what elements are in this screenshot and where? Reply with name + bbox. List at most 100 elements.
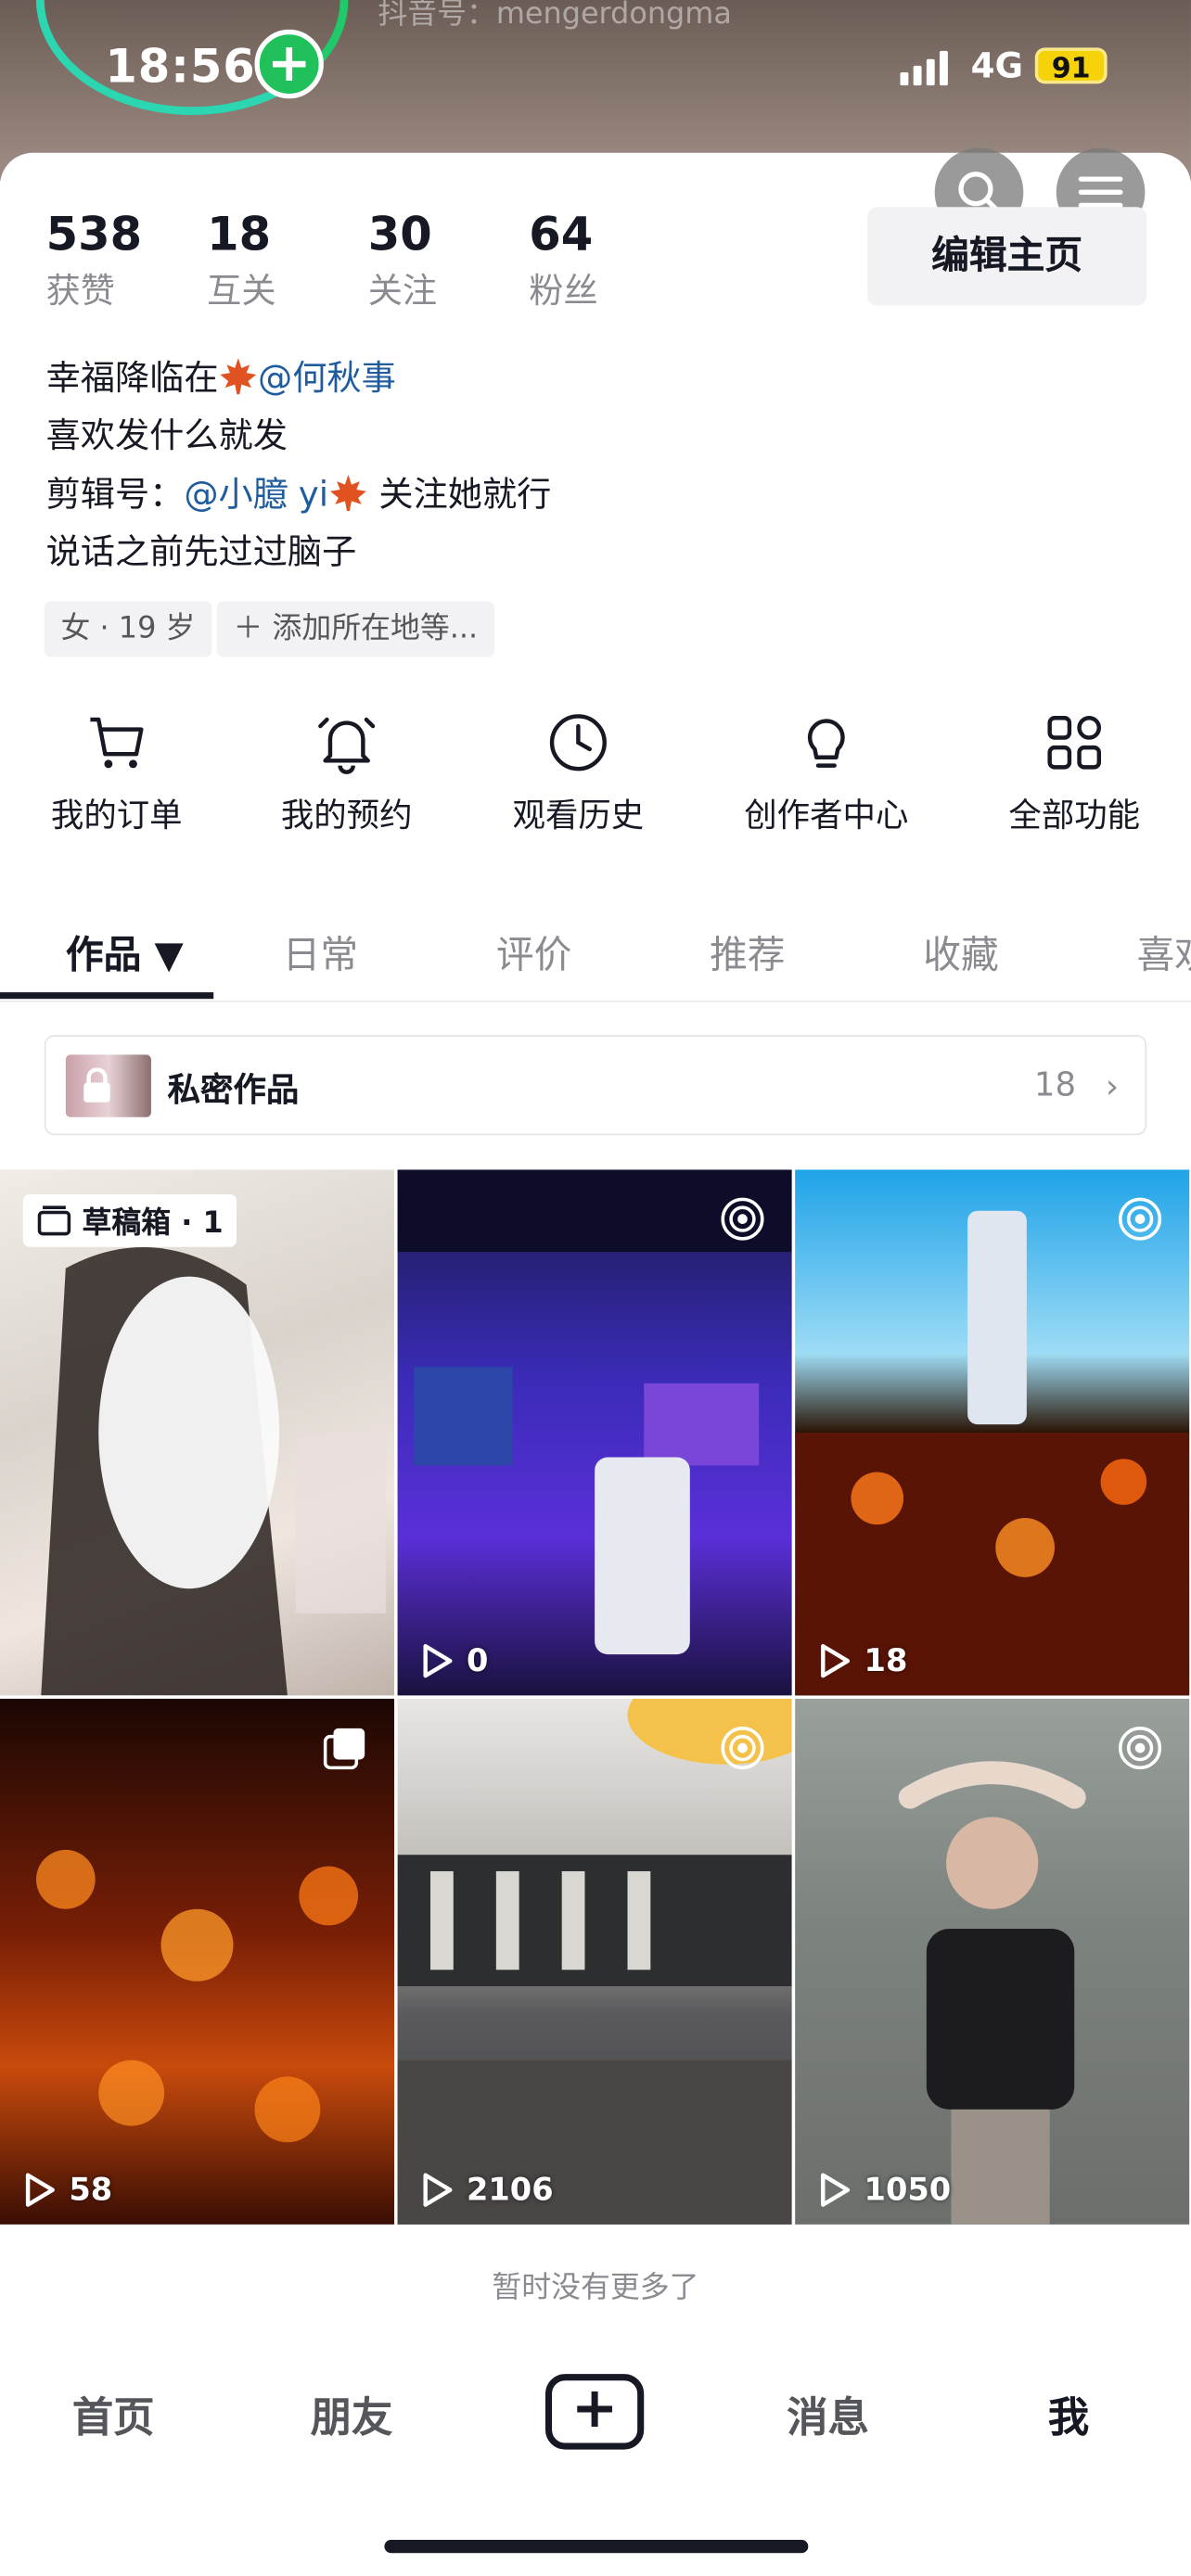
function-reservations[interactable]: 我的预约 (256, 709, 437, 835)
play-count: 2106 (420, 2172, 554, 2209)
bell-icon (318, 717, 376, 774)
play-count-value: 2106 (466, 2172, 554, 2209)
private-works-bar[interactable]: 私密作品 18 › (44, 1035, 1147, 1136)
function-all[interactable]: 全部功能 (984, 709, 1165, 835)
status-time: 18:56 (105, 39, 256, 94)
bio-mention-link[interactable]: @小臆 yi (184, 475, 328, 515)
clock-icon (549, 714, 607, 772)
add-location-tag[interactable]: ＋ 添加所在地等... (216, 601, 494, 657)
play-icon (423, 1644, 453, 1678)
stat-value: 64 (529, 207, 594, 261)
video-tile[interactable]: 2106 (397, 1698, 792, 2225)
nav-messages[interactable]: 消息 (787, 2386, 869, 2445)
play-count: 0 (420, 1643, 488, 1679)
play-count: 58 (23, 2172, 112, 2208)
private-works-count: 18 (1033, 1065, 1077, 1104)
home-indicator[interactable] (384, 2540, 809, 2554)
stat-followers[interactable]: 64 粉丝 (529, 207, 690, 313)
video-thumbnail (397, 1169, 792, 1655)
live-record-icon (1119, 1197, 1162, 1241)
video-tile[interactable]: 0 (397, 1169, 792, 1696)
video-thumbnail (898, 1761, 1086, 2225)
bio-text: 幸福降临在 (45, 358, 219, 398)
menu-icon (1078, 176, 1123, 209)
function-orders[interactable]: 我的订单 (26, 709, 207, 835)
gender-age-tag: 女 · 19 岁 (44, 601, 212, 657)
stat-value: 30 (367, 207, 432, 261)
stat-label: 互关 (207, 271, 276, 311)
play-count-value: 18 (864, 1642, 908, 1679)
content-tabs: 作品 ▼ 日常 评价 推荐 收藏 喜欢 (0, 913, 1191, 1002)
tab-reviews[interactable]: 评价 (496, 924, 571, 979)
battery-icon: 91 (1034, 47, 1108, 85)
grid-icon (1047, 716, 1102, 770)
add-avatar-button[interactable]: + (254, 29, 324, 99)
play-icon (821, 2173, 851, 2207)
lock-icon (83, 1067, 110, 1103)
video-tile[interactable]: 18 (795, 1169, 1190, 1696)
multi-image-icon (323, 1728, 365, 1770)
bio-text: 剪辑号： (45, 475, 185, 515)
video-tile[interactable]: 1050 (795, 1698, 1190, 2225)
function-label: 全部功能 (1008, 795, 1141, 835)
play-icon (25, 2173, 55, 2207)
bio-mention-link[interactable]: @何秋事 (258, 358, 396, 398)
plus-icon: + (570, 2375, 619, 2442)
maple-leaf-icon (220, 358, 257, 395)
stat-label: 关注 (367, 271, 438, 311)
video-thumbnail (795, 1210, 1190, 1696)
bio-line-2: 喜欢发什么就发 (45, 415, 288, 455)
screen: + 抖音号：mengerdongma 18:56 4G 91 538 获赞 18 互… (0, 0, 1191, 2576)
function-label: 观看历史 (512, 795, 645, 835)
private-works-thumbnail (65, 1054, 151, 1117)
profile-stats: 538 获赞 18 互关 30 关注 64 粉丝 (46, 207, 690, 313)
stat-label: 获赞 (45, 271, 115, 311)
video-thumbnail (397, 1698, 792, 2225)
account-handle: 抖音号：mengerdongma (378, 0, 732, 32)
play-count-value: 0 (466, 1642, 489, 1679)
play-count-value: 58 (69, 2172, 113, 2209)
live-record-icon (721, 1197, 764, 1241)
play-count-value: 1050 (864, 2172, 952, 2209)
stat-value: 18 (207, 207, 272, 261)
bulb-icon (807, 719, 845, 768)
maple-leaf-icon (329, 475, 366, 511)
tab-daily[interactable]: 日常 (283, 924, 358, 979)
cart-icon (90, 717, 144, 769)
play-icon (423, 2173, 453, 2207)
nav-me[interactable]: 我 (1048, 2386, 1089, 2445)
network-type: 4G (970, 45, 1024, 86)
draft-icon (37, 1205, 71, 1236)
signal-icon (900, 49, 948, 86)
video-tile[interactable]: 58 (0, 1698, 395, 2225)
bottom-navigation: 首页 朋友 + 消息 我 (0, 2350, 1191, 2481)
tab-recommended[interactable]: 推荐 (710, 924, 785, 979)
tab-works[interactable]: 作品 ▼ (66, 924, 184, 979)
video-thumbnail (35, 1849, 359, 2143)
function-history[interactable]: 观看历史 (488, 709, 669, 835)
play-count: 1050 (818, 2172, 951, 2208)
bio-text: 关注她就行 (367, 475, 552, 515)
bio-line-4: 说话之前先过过脑子 (45, 532, 357, 572)
function-label: 我的订单 (50, 795, 183, 835)
function-label: 创作者中心 (744, 795, 909, 835)
no-more-content-label: 暂时没有更多了 (492, 2270, 699, 2305)
function-label: 我的预约 (280, 795, 413, 835)
stat-mutual[interactable]: 18 互关 (207, 207, 368, 313)
create-post-button[interactable]: + (544, 2374, 645, 2450)
nav-friends[interactable]: 朋友 (311, 2386, 393, 2445)
bio-line-1: 幸福降临在 @何秋事 (46, 353, 396, 402)
tab-likes[interactable]: 喜欢 (1137, 924, 1191, 979)
tab-favorites[interactable]: 收藏 (923, 924, 998, 979)
stat-following[interactable]: 30 关注 (368, 207, 530, 313)
private-works-label: 私密作品 (167, 1069, 300, 1109)
edit-profile-button[interactable]: 编辑主页 (867, 207, 1147, 306)
function-creator-center[interactable]: 创作者中心 (736, 709, 916, 835)
live-record-icon (1119, 1727, 1162, 1770)
stat-likes[interactable]: 538 获赞 (46, 207, 208, 313)
video-tile-draft[interactable]: 草稿箱 · 1 (0, 1169, 395, 1696)
chevron-right-icon: › (1105, 1065, 1120, 1106)
nav-home[interactable]: 首页 (72, 2386, 155, 2445)
stat-label: 粉丝 (529, 271, 598, 311)
bio-line-3: 剪辑号：@小臆 yi 关注她就行 (45, 470, 552, 519)
